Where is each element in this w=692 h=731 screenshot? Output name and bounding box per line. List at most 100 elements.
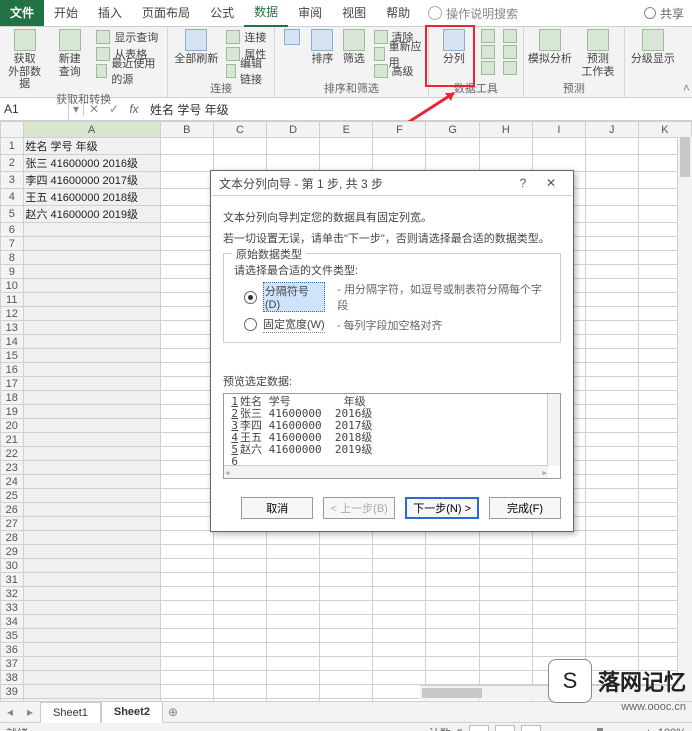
cell-F35[interactable] [373, 629, 426, 643]
cell-B4[interactable] [160, 189, 213, 206]
row-header-16[interactable]: 16 [1, 363, 24, 377]
col-header-I[interactable]: I [532, 122, 585, 138]
cell-A29[interactable] [23, 545, 160, 559]
cell-E2[interactable] [320, 155, 373, 172]
cell-E37[interactable] [320, 657, 373, 671]
cell-B28[interactable] [160, 531, 213, 545]
cell-B26[interactable] [160, 503, 213, 517]
row-header-9[interactable]: 9 [1, 265, 24, 279]
remove-duplicates-icon[interactable] [481, 45, 495, 59]
cell-B12[interactable] [160, 307, 213, 321]
cell-D38[interactable] [267, 671, 320, 685]
cell-E35[interactable] [320, 629, 373, 643]
tab-data[interactable]: 数据 [244, 0, 288, 27]
preview-h-scrollbar[interactable]: ◂▸ [224, 465, 548, 478]
cell-J10[interactable] [585, 279, 638, 293]
cell-J20[interactable] [585, 419, 638, 433]
cell-J25[interactable] [585, 489, 638, 503]
refresh-all-button[interactable]: 全部刷新 [174, 29, 218, 66]
cell-B36[interactable] [160, 643, 213, 657]
cell-F36[interactable] [373, 643, 426, 657]
cell-D1[interactable] [267, 138, 320, 155]
cell-J33[interactable] [585, 601, 638, 615]
cell-D37[interactable] [267, 657, 320, 671]
cell-A11[interactable] [23, 293, 160, 307]
tab-formulas[interactable]: 公式 [200, 0, 244, 26]
cell-A6[interactable] [23, 223, 160, 237]
cell-I28[interactable] [532, 531, 585, 545]
cell-D35[interactable] [267, 629, 320, 643]
cell-B5[interactable] [160, 206, 213, 223]
cell-J23[interactable] [585, 461, 638, 475]
name-box[interactable]: A1 [0, 98, 69, 120]
row-header-24[interactable]: 24 [1, 475, 24, 489]
cell-A36[interactable] [23, 643, 160, 657]
zoom-in-button[interactable]: + [645, 727, 651, 731]
cell-F28[interactable] [373, 531, 426, 545]
cell-F38[interactable] [373, 671, 426, 685]
cell-B3[interactable] [160, 172, 213, 189]
cell-B32[interactable] [160, 587, 213, 601]
col-header-B[interactable]: B [160, 122, 213, 138]
row-header-29[interactable]: 29 [1, 545, 24, 559]
cell-H31[interactable] [479, 573, 532, 587]
cell-B33[interactable] [160, 601, 213, 615]
cell-J29[interactable] [585, 545, 638, 559]
tab-view[interactable]: 视图 [332, 0, 376, 26]
row-header-2[interactable]: 2 [1, 155, 24, 172]
cell-D30[interactable] [267, 559, 320, 573]
cell-A39[interactable] [23, 685, 160, 699]
cell-A8[interactable] [23, 251, 160, 265]
row-header-28[interactable]: 28 [1, 531, 24, 545]
cell-G32[interactable] [426, 587, 479, 601]
cell-F39[interactable] [373, 685, 426, 699]
finish-button[interactable]: 完成(F) [489, 497, 561, 519]
row-header-39[interactable]: 39 [1, 685, 24, 699]
cell-A25[interactable] [23, 489, 160, 503]
get-external-data-button[interactable]: 获取 外部数据 [6, 29, 43, 91]
cell-D2[interactable] [267, 155, 320, 172]
cell-B27[interactable] [160, 517, 213, 531]
cell-A5[interactable]: 赵六 41600000 2019级 [23, 206, 160, 223]
cell-B13[interactable] [160, 321, 213, 335]
vertical-scrollbar[interactable] [677, 137, 692, 701]
cell-B24[interactable] [160, 475, 213, 489]
cell-J19[interactable] [585, 405, 638, 419]
cell-B35[interactable] [160, 629, 213, 643]
cell-B14[interactable] [160, 335, 213, 349]
cell-F30[interactable] [373, 559, 426, 573]
cell-A2[interactable]: 张三 41600000 2016级 [23, 155, 160, 172]
cell-B40[interactable] [160, 699, 213, 702]
row-header-22[interactable]: 22 [1, 447, 24, 461]
cell-J16[interactable] [585, 363, 638, 377]
cell-J28[interactable] [585, 531, 638, 545]
cell-J7[interactable] [585, 237, 638, 251]
cell-H36[interactable] [479, 643, 532, 657]
cell-I34[interactable] [532, 615, 585, 629]
sheet-nav-left[interactable]: ◂ [0, 705, 20, 719]
cell-H29[interactable] [479, 545, 532, 559]
cell-J27[interactable] [585, 517, 638, 531]
cell-B20[interactable] [160, 419, 213, 433]
delimited-option[interactable]: 分隔符号(D) - 用分隔字符，如逗号或制表符分隔每个字段 [244, 281, 550, 313]
row-header-32[interactable]: 32 [1, 587, 24, 601]
cell-G33[interactable] [426, 601, 479, 615]
cell-C32[interactable] [213, 587, 266, 601]
cell-J24[interactable] [585, 475, 638, 489]
cell-J35[interactable] [585, 629, 638, 643]
cell-A22[interactable] [23, 447, 160, 461]
radio-fixed-width[interactable] [244, 318, 257, 331]
fixed-width-option[interactable]: 固定宽度(W) - 每列字段加空格对齐 [244, 316, 550, 333]
cell-B29[interactable] [160, 545, 213, 559]
cancel-button[interactable]: 取消 [241, 497, 313, 519]
cell-F33[interactable] [373, 601, 426, 615]
cell-B39[interactable] [160, 685, 213, 699]
cell-J13[interactable] [585, 321, 638, 335]
cell-G31[interactable] [426, 573, 479, 587]
cell-A20[interactable] [23, 419, 160, 433]
row-header-27[interactable]: 27 [1, 517, 24, 531]
sheet-nav-right[interactable]: ▸ [20, 705, 40, 719]
cell-G37[interactable] [426, 657, 479, 671]
tab-insert[interactable]: 插入 [88, 0, 132, 26]
col-header-H[interactable]: H [479, 122, 532, 138]
